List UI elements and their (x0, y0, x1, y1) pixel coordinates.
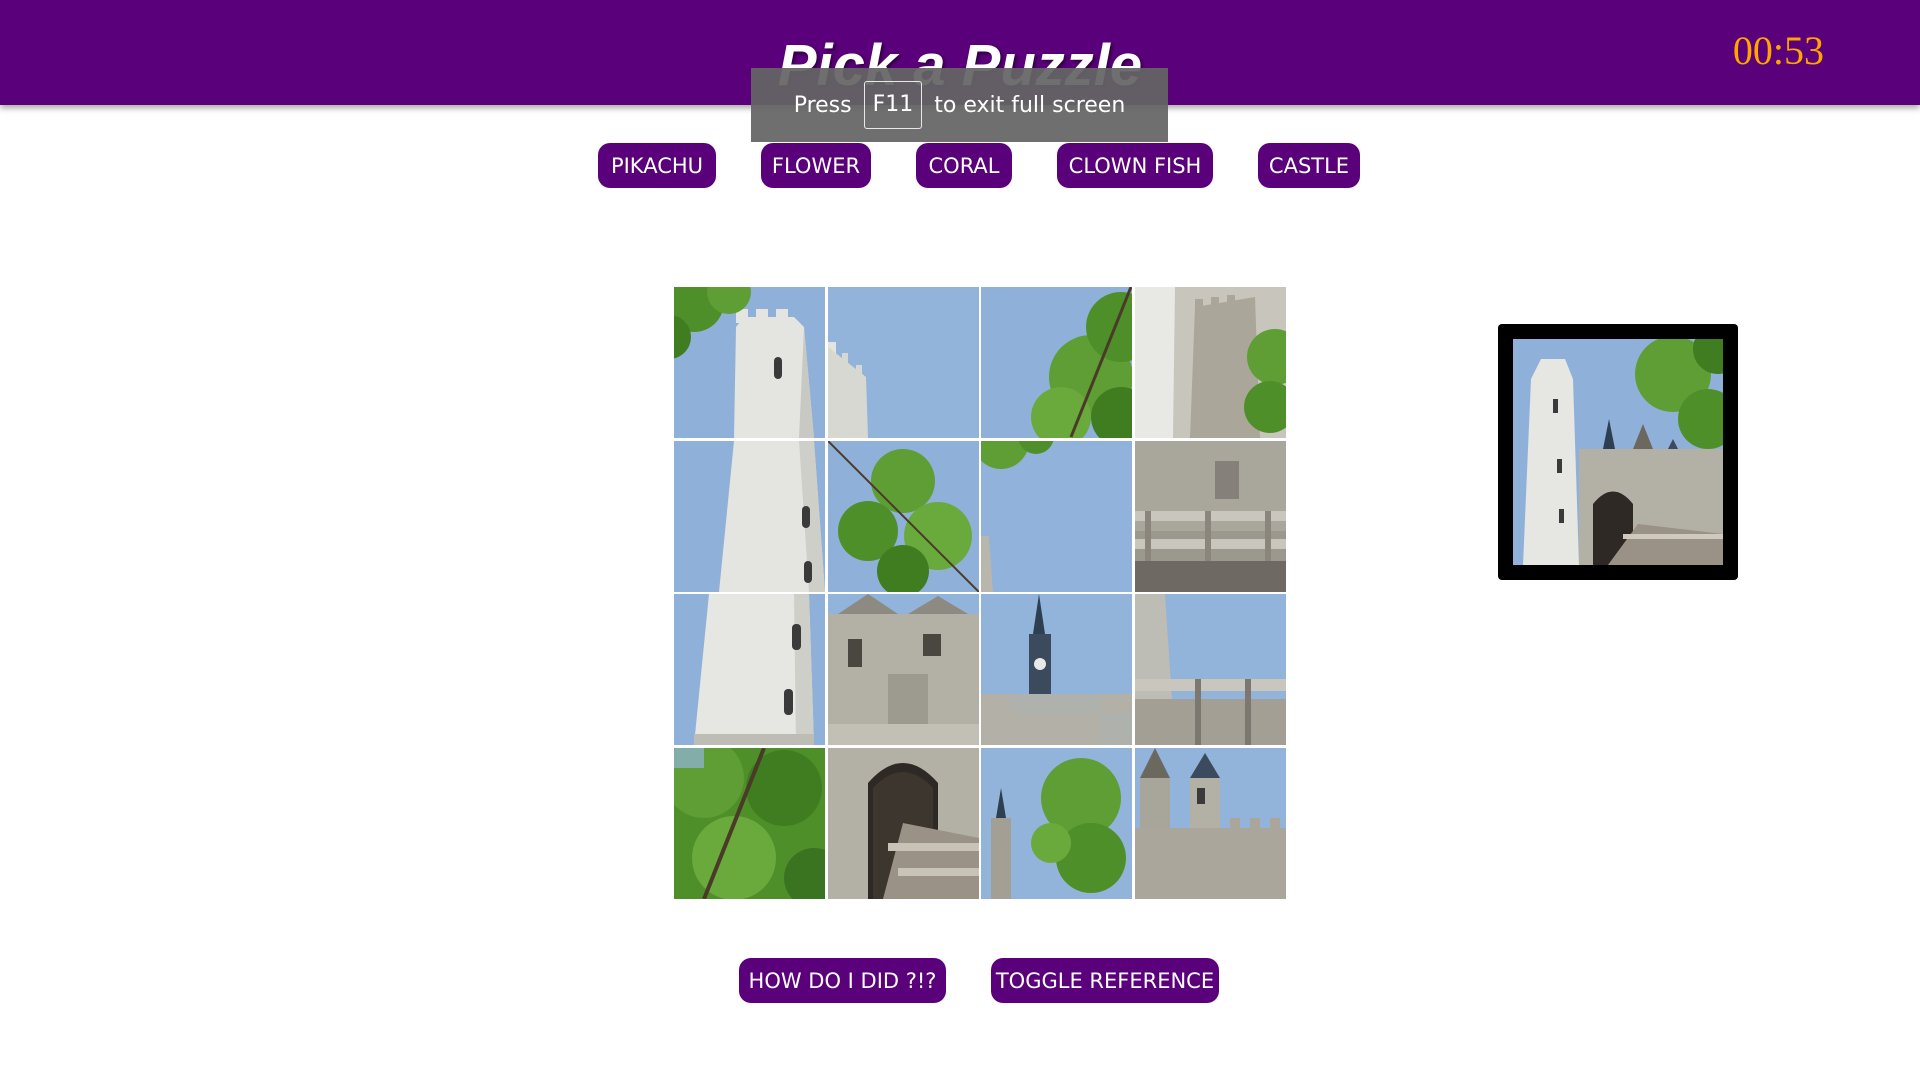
puzzle-button-castle[interactable]: CASTLE (1258, 143, 1360, 188)
fullscreen-notification: Press F11 to exit full screen (751, 68, 1168, 142)
reference-image-frame (1498, 324, 1738, 580)
toggle-reference-button[interactable]: TOGGLE REFERENCE (991, 958, 1219, 1003)
puzzle-tile[interactable] (981, 287, 1132, 438)
puzzle-tile[interactable] (1134, 287, 1286, 438)
castle-reference-image (1513, 339, 1723, 565)
elapsed-timer: 00:53 (1732, 28, 1824, 73)
puzzle-tile[interactable] (827, 594, 979, 745)
puzzle-button-coral[interactable]: CORAL (916, 143, 1012, 188)
puzzle-tile[interactable] (827, 747, 979, 899)
puzzle-tile[interactable] (827, 440, 979, 592)
puzzle-tile[interactable] (981, 594, 1132, 745)
puzzle-button-clown-fish[interactable]: CLOWN FISH (1057, 143, 1213, 188)
puzzle-tile[interactable] (1134, 440, 1286, 592)
check-solution-button[interactable]: HOW DO I DID ?!? (739, 958, 946, 1003)
puzzle-tile[interactable] (827, 287, 979, 438)
puzzle-tile[interactable] (674, 287, 825, 438)
puzzle-tile[interactable] (1134, 594, 1286, 745)
puzzle-board (674, 287, 1286, 899)
puzzle-tile[interactable] (981, 747, 1132, 899)
f11-key-badge: F11 (863, 81, 923, 129)
puzzle-button-flower[interactable]: FLOWER (761, 143, 871, 188)
puzzle-tile[interactable] (674, 440, 825, 592)
toast-suffix: to exit full screen (934, 92, 1126, 118)
puzzle-tile[interactable] (674, 747, 825, 899)
toast-prefix: Press (793, 92, 852, 118)
puzzle-tile[interactable] (981, 440, 1132, 592)
puzzle-button-pikachu[interactable]: PIKACHU (598, 143, 716, 188)
puzzle-tile[interactable] (674, 594, 825, 745)
puzzle-tile[interactable] (1134, 747, 1286, 899)
